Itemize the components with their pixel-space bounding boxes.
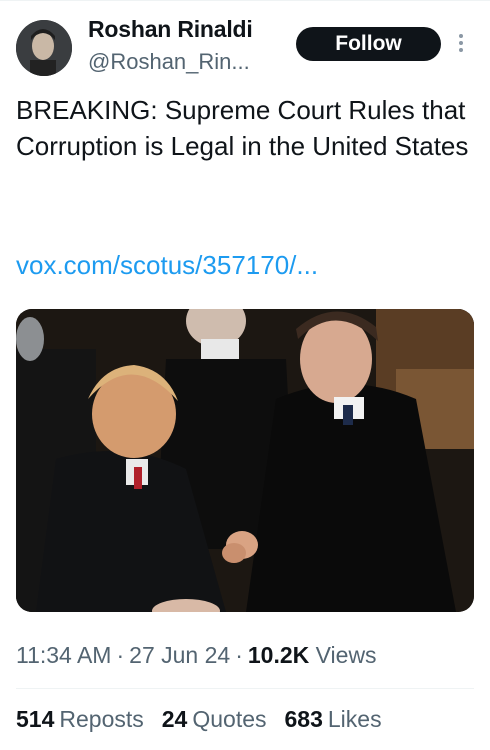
likes-label: Likes: [327, 706, 382, 732]
divider: [16, 688, 474, 689]
author-name[interactable]: Roshan Rinaldi: [88, 16, 253, 43]
engagement-stats: 514 Reposts 24 Quotes 683 Likes: [16, 706, 382, 733]
author-handle[interactable]: @Roshan_Rin...: [88, 49, 250, 75]
tweet-date[interactable]: 27 Jun 24: [129, 642, 230, 668]
reposts-label: Reposts: [59, 706, 144, 732]
more-vertical-icon[interactable]: [456, 34, 466, 56]
separator: ·: [116, 642, 125, 668]
views-count: 10.2K: [247, 642, 310, 668]
views-label: Views: [315, 642, 377, 668]
likes-stat[interactable]: 683 Likes: [285, 706, 382, 733]
likes-count: 683: [284, 706, 323, 732]
tweet-link[interactable]: vox.com/scotus/357170/...: [16, 250, 318, 281]
tweet-image[interactable]: [16, 309, 474, 612]
tweet-time[interactable]: 11:34 AM: [16, 642, 111, 668]
quotes-count: 24: [161, 706, 188, 732]
tweet-text: BREAKING: Supreme Court Rules that Corru…: [16, 95, 469, 161]
separator: ·: [235, 642, 243, 668]
tweet-meta: 11:34 AM · 27 Jun 24 · 10.2K Views: [16, 642, 377, 669]
reposts-count: 514: [16, 706, 55, 732]
quotes-label: Quotes: [192, 706, 267, 732]
follow-button[interactable]: Follow: [296, 27, 441, 61]
quotes-stat[interactable]: 24 Quotes: [162, 706, 267, 733]
avatar[interactable]: [16, 20, 72, 76]
top-divider: [0, 0, 490, 1]
reposts-stat[interactable]: 514 Reposts: [16, 706, 144, 733]
